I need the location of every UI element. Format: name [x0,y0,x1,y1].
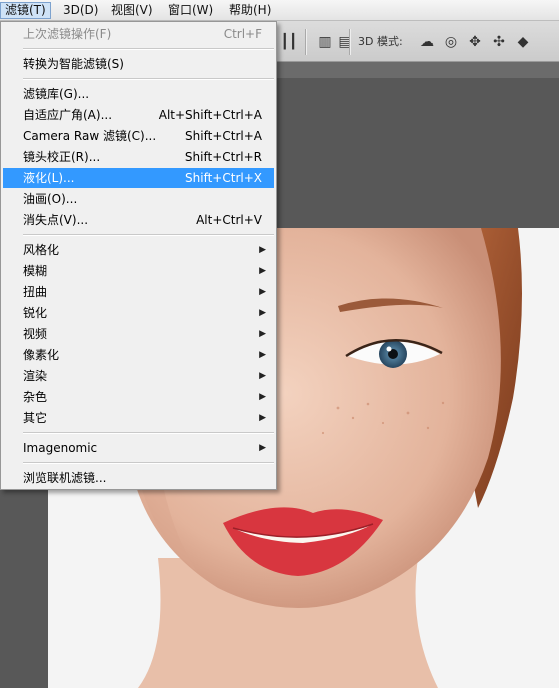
menu-item-label: 风格化 [23,243,60,257]
menu-item-label: 扭曲 [23,285,48,299]
menu-item-adaptive-wide-angle[interactable]: 自适应广角(A)... Alt+Shift+Ctrl+A [3,105,274,125]
menu-item-label: 杂色 [23,390,48,404]
menu-item-liquify[interactable]: 液化(L)... Shift+Ctrl+X [3,168,274,188]
menu-item-label: 渲染 [23,369,48,383]
menu-item-label: 油画(O)... [23,192,78,206]
menu-item-shortcut: Alt+Shift+Ctrl+A [158,108,262,122]
scale-3d-icon[interactable]: ◆ [514,33,532,51]
menu-item-oil-paint[interactable]: 油画(O)... [3,189,274,209]
submenu-arrow-icon: ▶ [259,329,266,339]
submenu-arrow-icon: ▶ [259,350,266,360]
menu-item-label: 镜头校正(R)... [23,150,101,164]
menu-3d[interactable]: 3D(D) [59,2,102,19]
submenu-arrow-icon: ▶ [259,371,266,381]
slide-3d-icon[interactable]: ✣ [490,33,508,51]
menu-item-filter-gallery[interactable]: 滤镜库(G)... [3,84,274,104]
menu-item-label: Camera Raw 滤镜(C)... [23,129,157,143]
menu-filter[interactable]: 滤镜(T) [0,2,51,19]
menu-separator [23,48,274,50]
roll-3d-icon[interactable]: ◎ [442,33,460,51]
menu-item-label: 消失点(V)... [23,213,89,227]
submenu-arrow-icon: ▶ [259,308,266,318]
menu-item-label: 锐化 [23,306,48,320]
menu-item-shortcut: Ctrl+F [223,27,262,41]
submenu-arrow-icon: ▶ [259,245,266,255]
menu-item-imagenomic[interactable]: Imagenomic ▶ [3,438,274,458]
menu-separator [23,234,274,236]
menu-bar: 滤镜(T) 3D(D) 视图(V) 窗口(W) 帮助(H) [0,0,559,21]
menu-item-pixelate[interactable]: 像素化 ▶ [3,345,274,365]
orbit-3d-icon[interactable]: ☁ [418,33,436,51]
menu-separator [23,432,274,434]
menu-item-blur[interactable]: 模糊 ▶ [3,261,274,281]
menu-item-shortcut: Alt+Ctrl+V [196,213,262,227]
submenu-arrow-icon: ▶ [259,392,266,402]
submenu-arrow-icon: ▶ [259,443,266,453]
menu-item-convert-smart-filters[interactable]: 转换为智能滤镜(S) [3,54,274,74]
menu-window[interactable]: 窗口(W) [164,2,217,19]
submenu-arrow-icon: ▶ [259,266,266,276]
menu-item-label: 液化(L)... [23,171,75,185]
menu-item-render[interactable]: 渲染 ▶ [3,366,274,386]
menu-separator [23,78,274,80]
menu-item-label: Imagenomic [23,441,98,455]
menu-item-label: 上次滤镜操作(F) [23,27,112,41]
filter-menu: 上次滤镜操作(F) Ctrl+F 转换为智能滤镜(S) 滤镜库(G)... 自适… [0,21,277,490]
toolbar-divider [305,29,307,55]
distribute-icon[interactable]: ┃┃ [280,33,298,51]
menu-item-shortcut: Shift+Ctrl+R [184,150,262,164]
menu-item-stylize[interactable]: 风格化 ▶ [3,240,274,260]
menu-item-shortcut: Shift+Ctrl+X [185,171,262,185]
menu-separator [23,462,274,464]
menu-item-label: 其它 [23,411,48,425]
menu-item-browse-filters-online[interactable]: 浏览联机滤镜... [3,468,274,488]
toolbar-divider [349,29,351,55]
menu-view[interactable]: 视图(V) [107,2,157,19]
menu-item-noise[interactable]: 杂色 ▶ [3,387,274,407]
menu-item-camera-raw[interactable]: Camera Raw 滤镜(C)... Shift+Ctrl+A [3,126,274,146]
menu-item-label: 浏览联机滤镜... [23,471,107,485]
menu-help[interactable]: 帮助(H) [225,2,275,19]
menu-item-label: 视频 [23,327,48,341]
menu-item-vanishing-point[interactable]: 消失点(V)... Alt+Ctrl+V [3,210,274,230]
menu-item-label: 自适应广角(A)... [23,108,113,122]
menu-item-last-filter: 上次滤镜操作(F) Ctrl+F [3,24,274,44]
menu-item-other[interactable]: 其它 ▶ [3,408,274,428]
menu-item-video[interactable]: 视频 ▶ [3,324,274,344]
submenu-arrow-icon: ▶ [259,287,266,297]
pan-3d-icon[interactable]: ✥ [466,33,484,51]
align-columns-icon[interactable]: ▥ [316,33,334,51]
submenu-arrow-icon: ▶ [259,413,266,423]
menu-item-lens-correction[interactable]: 镜头校正(R)... Shift+Ctrl+R [3,147,274,167]
menu-item-label: 像素化 [23,348,60,362]
menu-item-sharpen[interactable]: 锐化 ▶ [3,303,274,323]
arrange-icon[interactable]: ▤ [336,33,354,51]
menu-item-label: 滤镜库(G)... [23,87,90,101]
menu-item-label: 转换为智能滤镜(S) [23,57,124,71]
menu-item-shortcut: Shift+Ctrl+A [185,129,262,143]
menu-item-label: 模糊 [23,264,48,278]
menu-item-distort[interactable]: 扭曲 ▶ [3,282,274,302]
3d-mode-label: 3D 模式: [358,35,403,48]
